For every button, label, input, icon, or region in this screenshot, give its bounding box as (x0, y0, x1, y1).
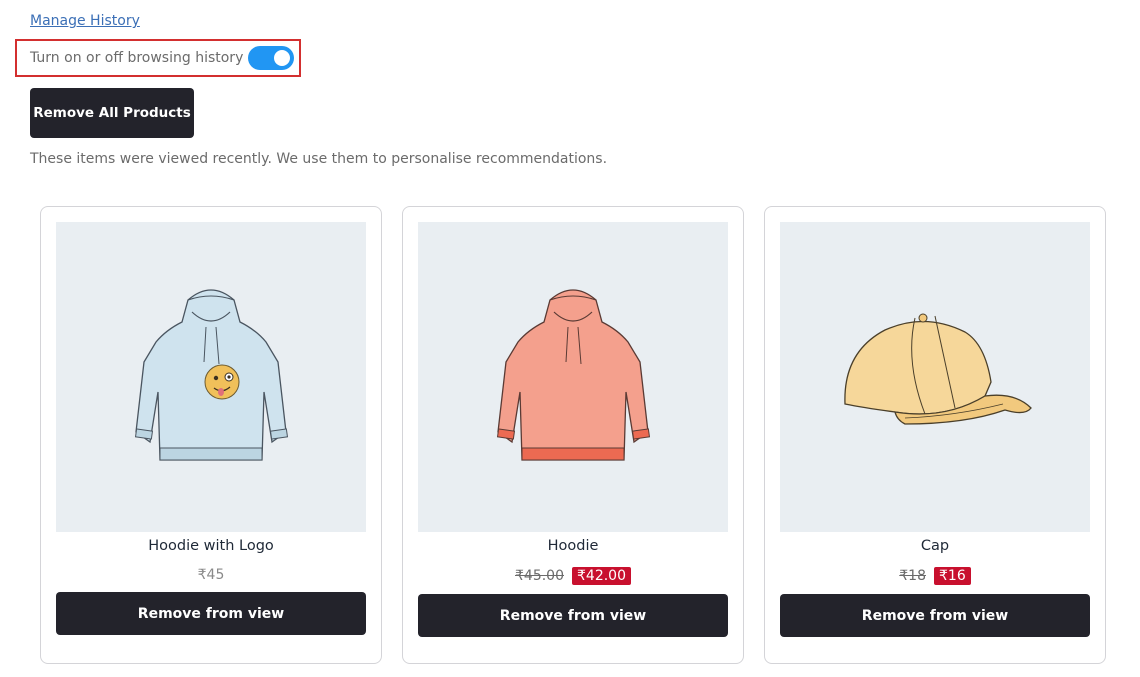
price-original: ₹18 (899, 568, 926, 584)
price-sale: ₹16 (934, 567, 971, 585)
product-price: ₹45.00 ₹42.00 (403, 567, 743, 585)
manage-history-link[interactable]: Manage History (30, 13, 140, 29)
product-card: Hoodie ₹45.00 ₹42.00 Remove from view (402, 206, 744, 664)
price-original: ₹45.00 (515, 568, 564, 584)
remove-from-view-button[interactable]: Remove from view (56, 592, 366, 635)
toggle-knob (274, 50, 291, 66)
product-image[interactable] (780, 222, 1090, 532)
product-image[interactable] (56, 222, 366, 532)
product-price: ₹45 (41, 567, 381, 583)
browsing-history-page: Manage History Turn on or off browsing h… (0, 0, 1140, 677)
toggle-label: Turn on or off browsing history (30, 50, 244, 66)
product-name[interactable]: Cap (765, 538, 1105, 554)
price-regular: ₹45 (197, 567, 225, 583)
remove-from-view-button[interactable]: Remove from view (780, 594, 1090, 637)
remove-all-products-button[interactable]: Remove All Products (30, 88, 194, 138)
hoodie-with-logo-image (134, 289, 289, 461)
product-image[interactable] (418, 222, 728, 532)
product-price: ₹18 ₹16 (765, 567, 1105, 585)
price-sale: ₹42.00 (572, 567, 631, 585)
history-info-text: These items were viewed recently. We use… (30, 151, 608, 167)
browsing-history-toggle-row: Turn on or off browsing history (15, 39, 301, 77)
cap-image (844, 313, 1032, 425)
browsing-history-toggle[interactable] (248, 46, 295, 70)
product-name[interactable]: Hoodie with Logo (41, 538, 381, 554)
remove-from-view-button[interactable]: Remove from view (418, 594, 728, 637)
product-card: Cap ₹18 ₹16 Remove from view (764, 206, 1106, 664)
product-card: Hoodie with Logo ₹45 Remove from view (40, 206, 382, 664)
hoodie-image (496, 289, 651, 461)
product-name[interactable]: Hoodie (403, 538, 743, 554)
